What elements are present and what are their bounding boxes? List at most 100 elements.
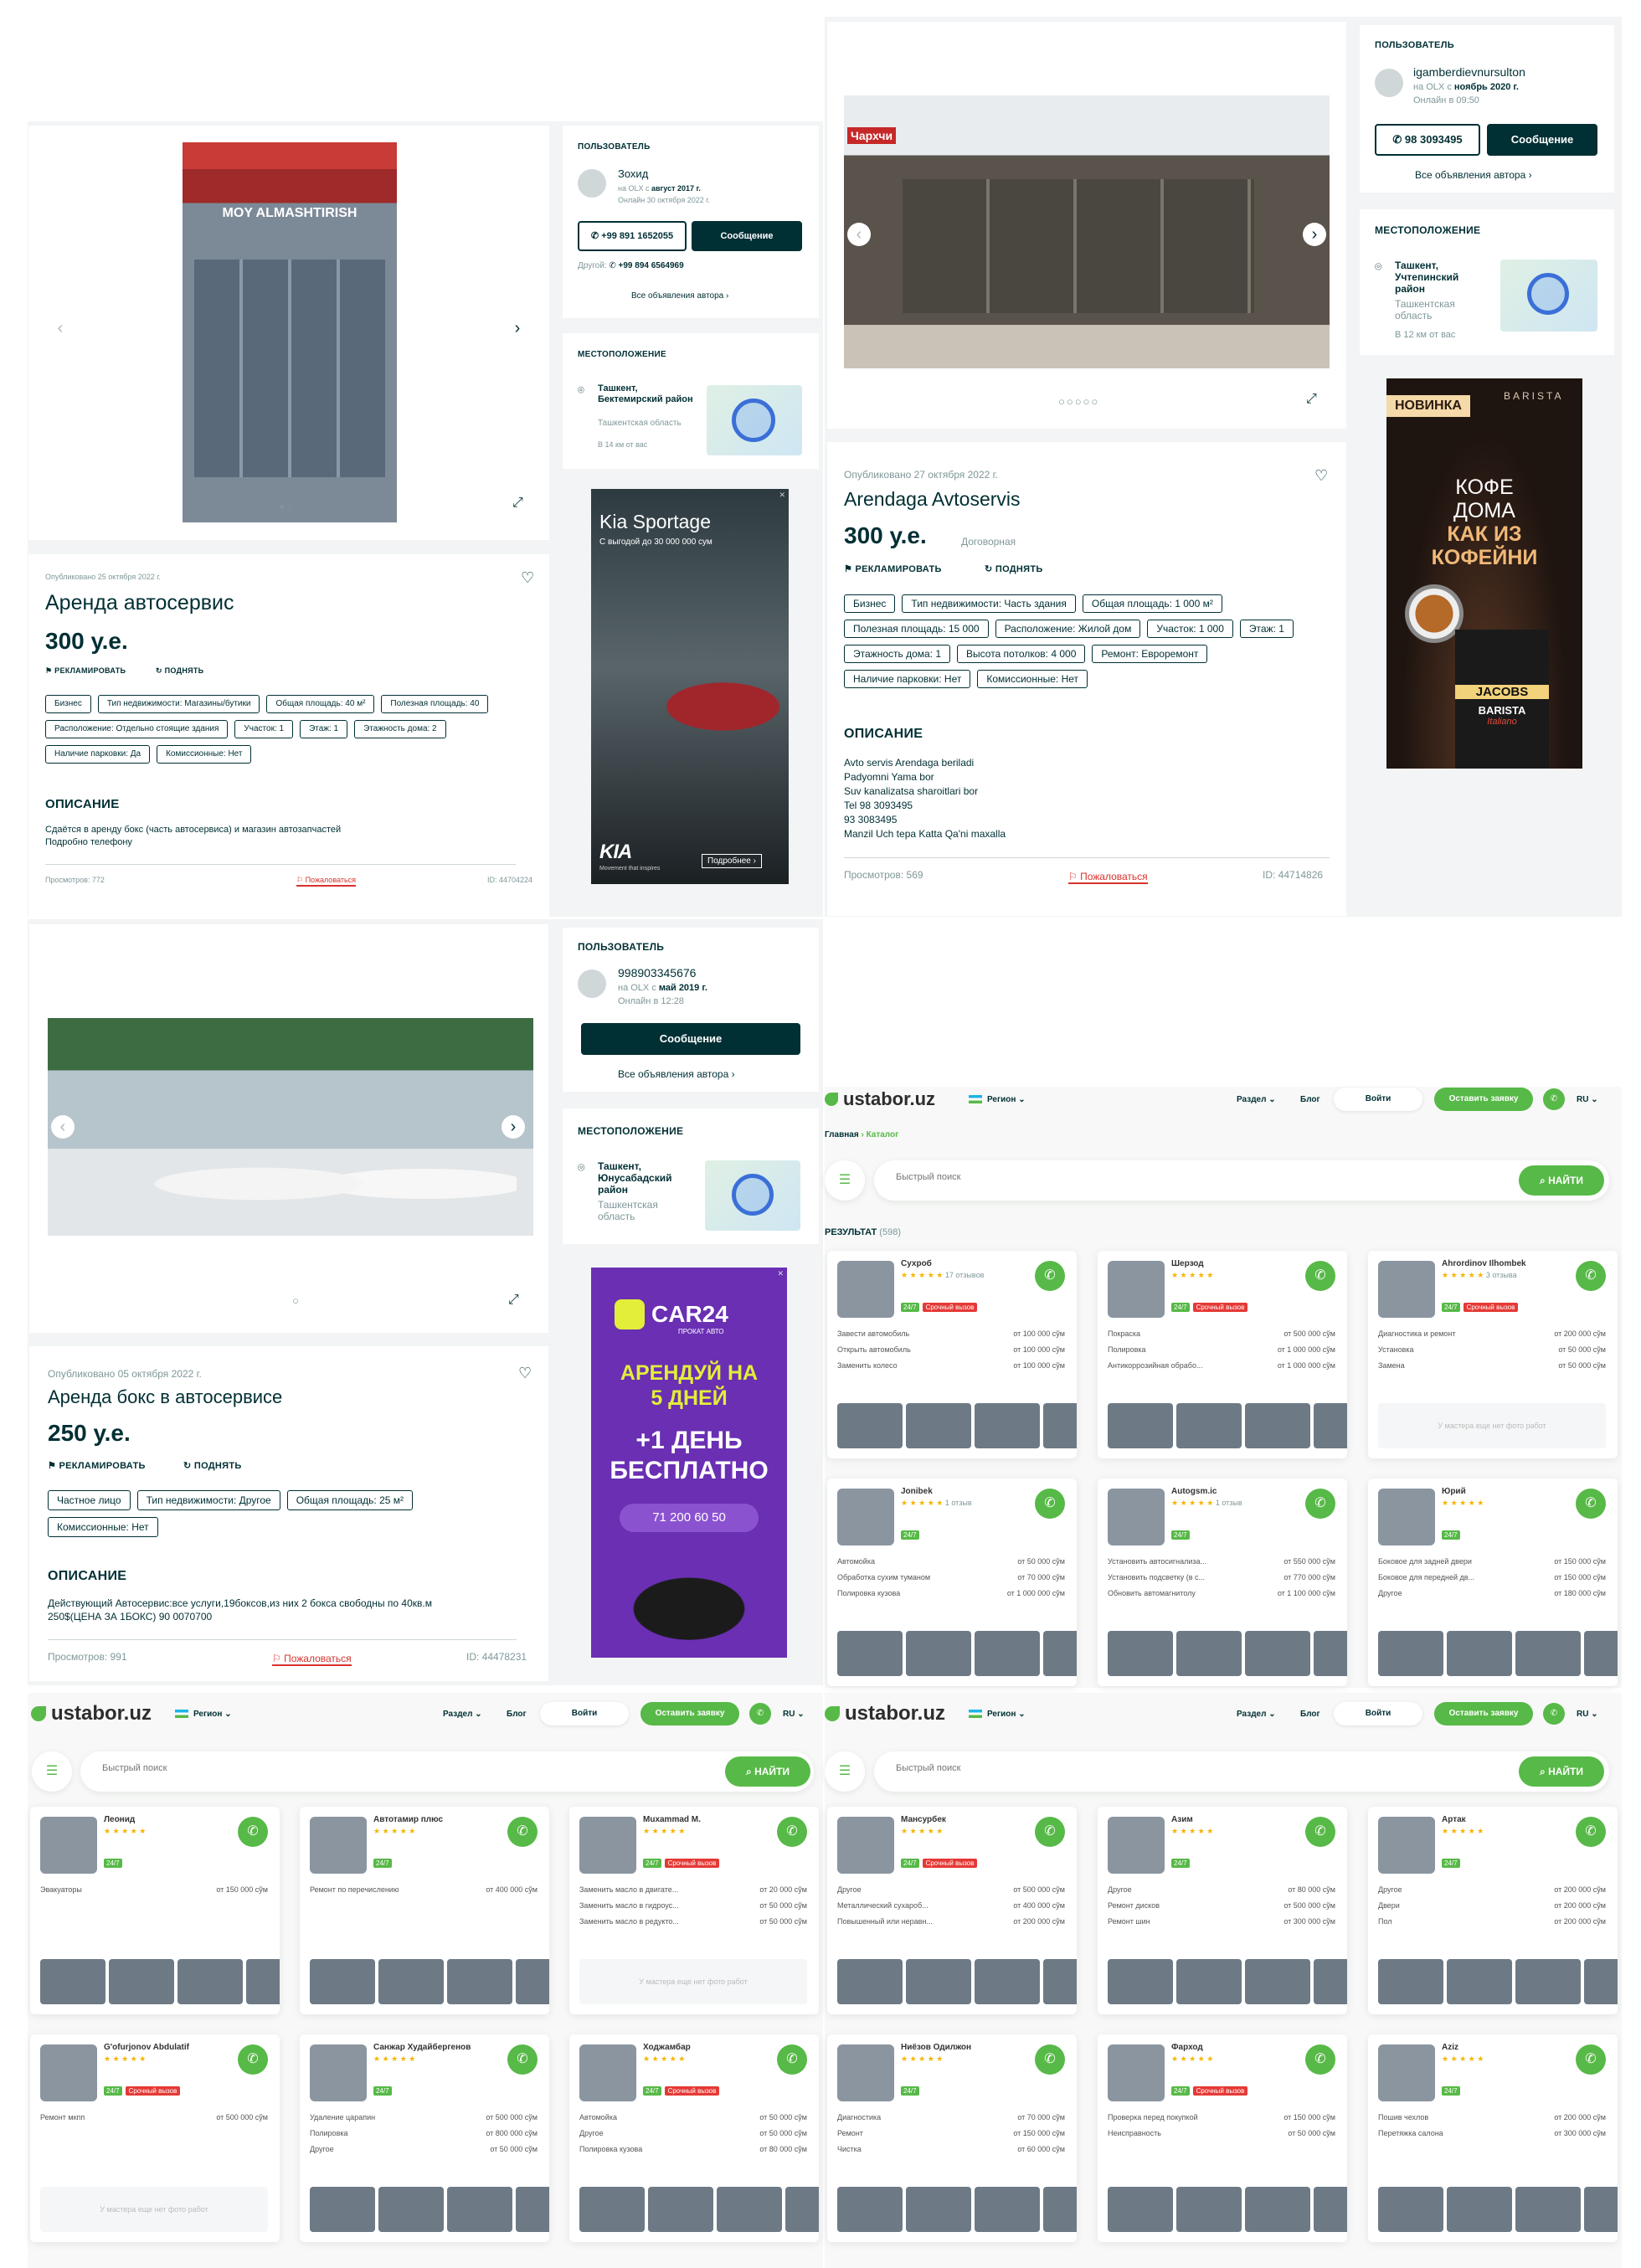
message-button[interactable]: Сообщение [581,1023,800,1055]
service-row[interactable]: Перетяжка салона от 300 000 сўм [1378,2129,1606,2137]
phone-call-icon[interactable]: ✆ [1543,1088,1565,1110]
tag[interactable]: Общая площадь: 25 м² [286,1490,413,1510]
service-row[interactable]: Другое от 180 000 сўм [1378,1589,1606,1597]
promote-button[interactable]: ⚑ РЕКЛАМИРОВАТЬ [45,666,126,676]
work-photo[interactable] [1245,1631,1310,1676]
filter-toggle-icon[interactable]: ☰ [825,1751,865,1792]
tag[interactable]: Участок: 1 000 [1147,620,1233,638]
service-row[interactable]: Обработка сухим туманом от 70 000 сўм [837,1573,1065,1581]
phone-call-icon[interactable]: ✆ [1576,2044,1606,2075]
phone-call-icon[interactable]: ✆ [238,1817,268,1847]
phone-call-icon[interactable]: ✆ [1035,1261,1065,1291]
service-row[interactable]: Покраска от 500 000 сўм [1108,1329,1335,1338]
phone-call-icon[interactable]: ✆ [1576,1817,1606,1847]
breadcrumb-home[interactable]: Главная [825,1130,859,1139]
work-photo[interactable] [1584,1631,1618,1676]
tag[interactable]: Наличие парковки: Да [45,745,151,764]
ustabor-logo[interactable]: ustabor.uz [825,1088,935,1110]
report-link[interactable]: ⚐ Пожаловаться [296,876,357,887]
service-row[interactable]: Автомойка от 50 000 сўм [837,1557,1065,1566]
service-row[interactable]: Неисправность от 50 000 сўм [1108,2129,1335,2137]
section-menu[interactable]: Раздел ⌄ [1237,1710,1276,1719]
location-map[interactable] [705,1160,800,1231]
find-button[interactable]: ⌕ НАЙТИ [1519,1165,1604,1196]
find-button[interactable]: ⌕ НАЙТИ [1519,1756,1604,1787]
service-row[interactable]: Установить автосигнализа... от 550 000 сў… [1108,1557,1335,1566]
service-row[interactable]: Замена от 50 000 сўм [1378,1361,1606,1370]
work-photo[interactable] [837,2187,903,2232]
user-name[interactable]: 998903345676 [618,966,696,980]
phone-call-icon[interactable]: ✆ [1543,1703,1565,1725]
work-photo[interactable] [1378,1631,1443,1676]
search-input[interactable] [896,1763,1398,1773]
tag[interactable]: Комиссионные: Нет [977,670,1088,688]
phone-call-icon[interactable]: ✆ [1576,1261,1606,1291]
phone-call-icon[interactable]: ✆ [1305,1817,1335,1847]
service-row[interactable]: Заменить масло в редукто... от 50 000 сўм [579,1917,807,1926]
work-photo[interactable] [906,1959,971,2004]
gallery-prev-arrow-icon[interactable]: ‹ [49,316,72,340]
login-button[interactable]: Войти [540,1702,629,1725]
work-photo[interactable] [837,1403,903,1448]
service-row[interactable]: Диагностика и ремонт от 200 000 сўм [1378,1329,1606,1338]
service-row[interactable]: Эвакуаторы от 150 000 сўм [40,1885,268,1894]
message-button[interactable]: Сообщение [1487,124,1597,156]
service-row[interactable]: Повышенный или неравн... от 200 000 сўм [837,1917,1065,1926]
service-row[interactable]: Другое от 50 000 сўм [579,2129,807,2137]
work-photo[interactable] [906,2187,971,2232]
work-photo[interactable] [1584,1959,1618,2004]
filter-toggle-icon[interactable]: ☰ [32,1751,72,1792]
tag[interactable]: Расположение: Жилой дом [995,620,1141,638]
service-row[interactable]: Завести автомобиль от 100 000 сўм [837,1329,1065,1338]
gallery-prev-arrow-icon[interactable]: ‹ [847,223,871,246]
work-photo[interactable] [1314,2187,1347,2232]
work-photo[interactable] [785,2187,819,2232]
service-row[interactable]: Другое от 80 000 сўм [1108,1885,1335,1894]
work-photo[interactable] [1245,1959,1310,2004]
service-row[interactable]: Чистка от 60 000 сўм [837,2145,1065,2153]
find-button[interactable]: ⌕ НАЙТИ [725,1756,810,1787]
language-select[interactable]: RU ⌄ [1577,1710,1598,1719]
service-row[interactable]: Металлический сухароб... от 400 000 сўм [837,1901,1065,1910]
tag[interactable]: Бизнес [45,695,91,713]
work-photo[interactable] [1108,1631,1173,1676]
login-button[interactable]: Войти [1334,1088,1422,1111]
tag[interactable]: Общая площадь: 40 м² [266,695,375,713]
login-button[interactable]: Войти [1334,1702,1422,1725]
master-card[interactable]: Ahrordinov Ilhombek ★ ★ ★ ★ ★ 3 отзыва 24/… [1368,1251,1618,1458]
phone-call-icon[interactable]: ✆ [507,2044,538,2075]
service-row[interactable]: Полировка от 1 000 000 сўм [1108,1345,1335,1354]
service-row[interactable]: Ремонт от 150 000 сўм [837,2129,1065,2137]
master-card[interactable]: Санжар Худайбергенов ★ ★ ★ ★ ★ 24/7 ✆ Удале… [300,2034,549,2242]
service-row[interactable]: Обновить автомагнитолу от 1 100 000 сўм [1108,1589,1335,1597]
listing-2-photo[interactable]: Чархчи [844,95,1330,368]
master-name[interactable]: Санжар Худайбергенов [373,2043,471,2052]
master-card[interactable]: Шерзод ★ ★ ★ ★ ★ 24/7 Срочный вызов ✆ Покрас… [1098,1251,1347,1458]
work-photo[interactable] [975,1631,1040,1676]
service-row[interactable]: Полировка кузова от 80 000 сўм [579,2145,807,2153]
service-row[interactable]: Открыть автомобиль от 100 000 сўм [837,1345,1065,1354]
tag[interactable]: Тип недвижимости: Магазины/бутики [97,695,260,713]
work-photo[interactable] [1447,1959,1512,2004]
tag[interactable]: Этажность дома: 1 [844,645,951,663]
location-map[interactable] [1500,260,1597,332]
tag[interactable]: Тип недвижимости: Часть здания [902,594,1076,613]
show-phone-button[interactable]: ✆ 98 3093495 [1375,124,1480,156]
phone-call-icon[interactable]: ✆ [777,1817,807,1847]
work-photo[interactable] [1378,2187,1443,2232]
raise-button[interactable]: ↻ ПОДНЯТЬ [156,666,203,676]
work-photo[interactable] [1108,1959,1173,2004]
work-photo[interactable] [447,1959,512,2004]
tag[interactable]: Расположение: Отдельно стоящие здания [45,720,229,738]
fullscreen-icon[interactable]: ⤢ [512,496,523,511]
tag[interactable]: Этажность дома: 2 [354,720,446,738]
service-row[interactable]: Удаление царапин от 500 000 сўм [310,2113,538,2121]
work-photo[interactable] [1245,2187,1310,2232]
master-name[interactable]: Мансурбек [901,1815,946,1824]
work-photo[interactable] [1108,1403,1173,1448]
work-photo[interactable] [378,1959,444,2004]
work-photo[interactable] [975,1959,1040,2004]
search-input[interactable] [102,1763,604,1773]
blog-link[interactable]: Блог [1300,1710,1320,1719]
phone-call-icon[interactable]: ✆ [749,1703,771,1725]
